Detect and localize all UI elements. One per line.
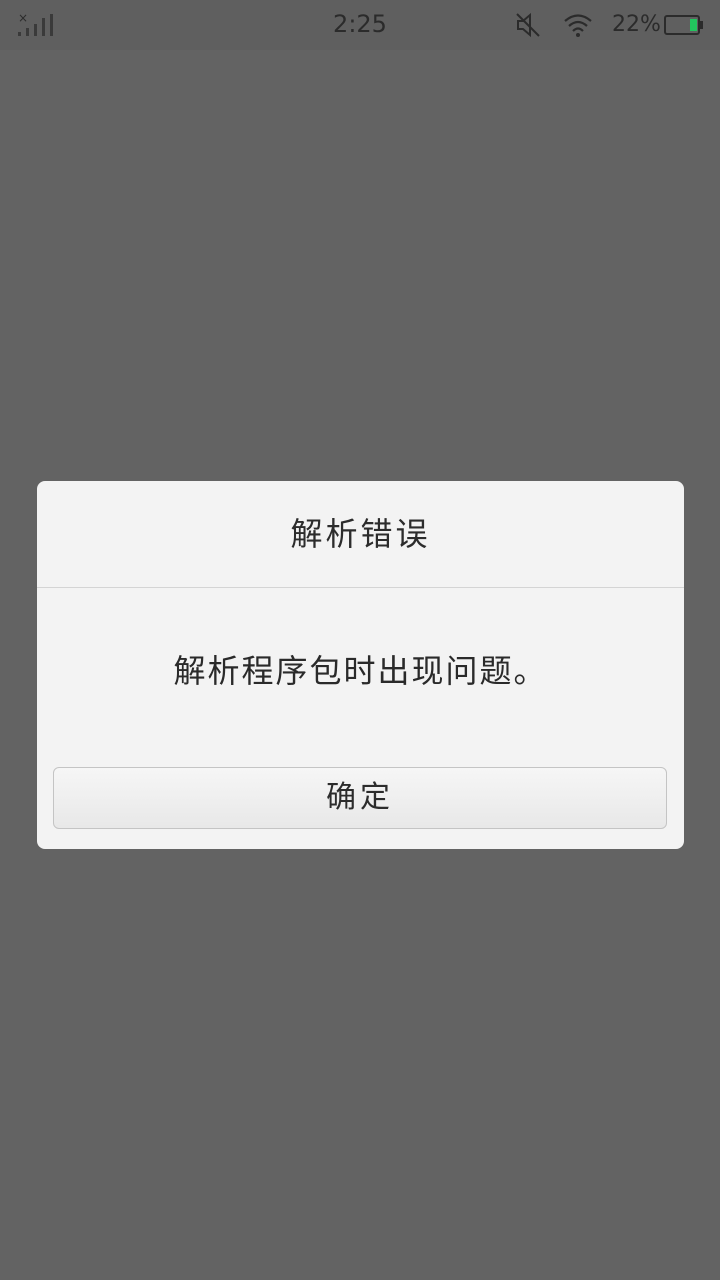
wifi-icon — [564, 14, 592, 37]
mute-icon — [516, 12, 540, 38]
battery-percent: 22% — [612, 12, 661, 37]
battery-icon — [664, 15, 703, 35]
dialog-divider — [37, 587, 684, 588]
battery-fill — [690, 19, 697, 31]
status-bar: × 2:25 22% — [0, 0, 720, 50]
parse-error-dialog: 解析错误 解析程序包时出现问题。 确定 — [37, 481, 684, 849]
ok-button[interactable]: 确定 — [53, 767, 667, 829]
dialog-message: 解析程序包时出现问题。 — [173, 652, 548, 690]
dialog-title: 解析错误 — [290, 515, 431, 553]
